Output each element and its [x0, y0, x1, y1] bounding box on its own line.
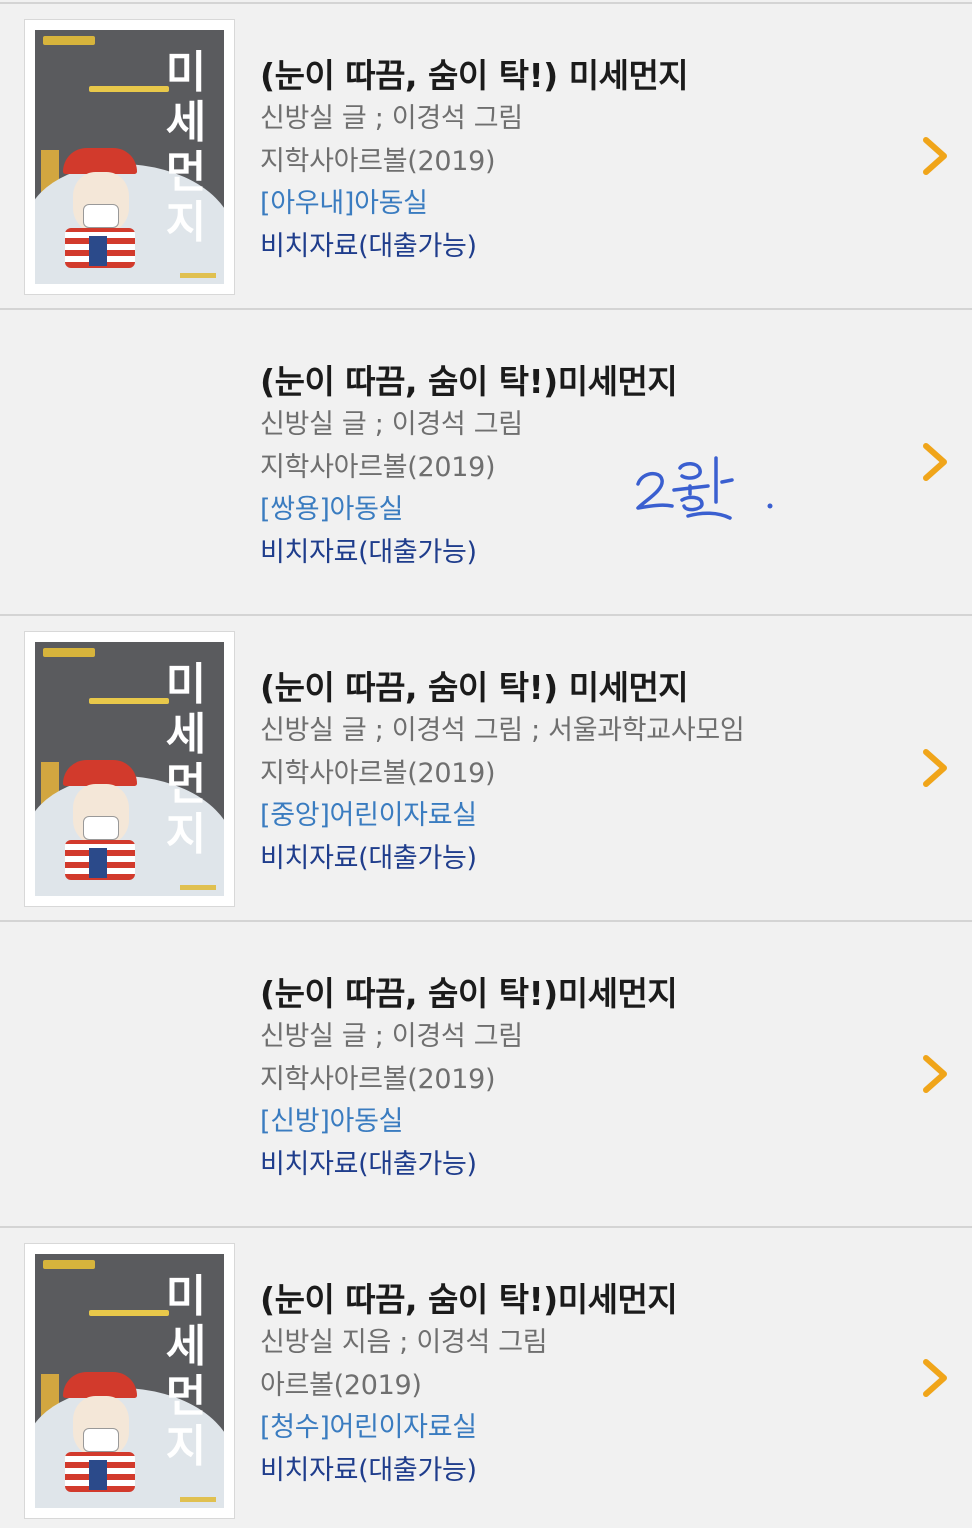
result-info: (눈이 따끔, 숨이 탁!) 미세먼지 신방실 글 ; 이경석 그림 ; 서울과… [260, 666, 745, 880]
book-status: 비치자료(대출가능) [260, 1454, 477, 1486]
book-title[interactable]: (눈이 따끔, 숨이 탁!) 미세먼지 [260, 54, 689, 98]
book-status: 비치자료(대출가능) [260, 230, 477, 262]
result-info: (눈이 따끔, 숨이 탁!)미세먼지 신방실 지음 ; 이경석 그림 아르볼(2… [260, 1278, 678, 1492]
chevron-right-icon[interactable] [920, 134, 950, 178]
book-cover-illustration: 미세먼지 [35, 30, 224, 284]
cover-title-text: 미세먼지 [165, 47, 206, 248]
book-title[interactable]: (눈이 따끔, 숨이 탁!)미세먼지 [260, 360, 678, 404]
cover-title-text: 미세먼지 [165, 659, 206, 860]
book-publisher: 지학사아르볼(2019) [260, 1063, 496, 1095]
cover-title-text: 미세먼지 [165, 1271, 206, 1472]
chevron-right-icon[interactable] [920, 1052, 950, 1096]
book-cover-illustration: 미세먼지 [35, 642, 224, 896]
book-publisher: 지학사아르볼(2019) [260, 757, 496, 789]
book-location: [아우내]아동실 [260, 188, 428, 219]
book-publisher: 지학사아르볼(2019) [260, 451, 496, 483]
book-author: 신방실 지음 ; 이경석 그림 [260, 1327, 548, 1358]
result-info: (눈이 따끔, 숨이 탁!)미세먼지 신방실 글 ; 이경석 그림 지학사아르볼… [260, 360, 678, 574]
book-cover-illustration: 미세먼지 [35, 1254, 224, 1508]
book-title[interactable]: (눈이 따끔, 숨이 탁!)미세먼지 [260, 1278, 678, 1322]
result-item[interactable]: 미세먼지 (눈이 따끔, 숨이 탁!)미세먼지 신방실 지음 ; 이경석 그림 … [0, 1228, 972, 1528]
handwritten-note [636, 456, 773, 520]
book-cover[interactable]: 미세먼지 [24, 631, 235, 907]
book-publisher: 아르볼(2019) [260, 1369, 422, 1401]
chevron-right-icon[interactable] [920, 1356, 950, 1400]
result-info: (눈이 따끔, 숨이 탁!) 미세먼지 신방실 글 ; 이경석 그림 지학사아르… [260, 54, 689, 268]
book-location: [청수]어린이자료실 [260, 1412, 477, 1443]
book-location: [중앙]어린이자료실 [260, 800, 477, 831]
result-item[interactable]: (눈이 따끔, 숨이 탁!)미세먼지 신방실 글 ; 이경석 그림 지학사아르볼… [0, 922, 972, 1228]
book-author: 신방실 글 ; 이경석 그림 [260, 409, 523, 440]
book-publisher: 지학사아르볼(2019) [260, 145, 496, 177]
book-title[interactable]: (눈이 따끔, 숨이 탁!) 미세먼지 [260, 666, 744, 710]
book-status: 비치자료(대출가능) [260, 536, 477, 568]
book-location: [신방]아동실 [260, 1106, 404, 1137]
book-location: [쌍용]아동실 [260, 494, 404, 525]
book-author: 신방실 글 ; 이경석 그림 ; 서울과학교사모임 [260, 715, 745, 746]
result-item[interactable]: (눈이 따끔, 숨이 탁!)미세먼지 신방실 글 ; 이경석 그림 지학사아르볼… [0, 310, 972, 616]
chevron-right-icon[interactable] [920, 440, 950, 484]
result-info: (눈이 따끔, 숨이 탁!)미세먼지 신방실 글 ; 이경석 그림 지학사아르볼… [260, 972, 678, 1186]
result-item[interactable]: 미세먼지 (눈이 따끔, 숨이 탁!) 미세먼지 신방실 글 ; 이경석 그림 … [0, 4, 972, 310]
book-cover[interactable]: 미세먼지 [24, 1243, 235, 1519]
chevron-right-icon[interactable] [920, 746, 950, 790]
book-title[interactable]: (눈이 따끔, 숨이 탁!)미세먼지 [260, 972, 678, 1016]
book-cover[interactable]: 미세먼지 [24, 19, 235, 295]
book-status: 비치자료(대출가능) [260, 842, 477, 874]
result-item[interactable]: 미세먼지 (눈이 따끔, 숨이 탁!) 미세먼지 신방실 글 ; 이경석 그림 … [0, 616, 972, 922]
book-author: 신방실 글 ; 이경석 그림 [260, 1021, 523, 1052]
search-results-list: 미세먼지 (눈이 따끔, 숨이 탁!) 미세먼지 신방실 글 ; 이경석 그림 … [0, 4, 972, 1528]
book-status: 비치자료(대출가능) [260, 1148, 477, 1180]
book-author: 신방실 글 ; 이경석 그림 [260, 103, 523, 134]
